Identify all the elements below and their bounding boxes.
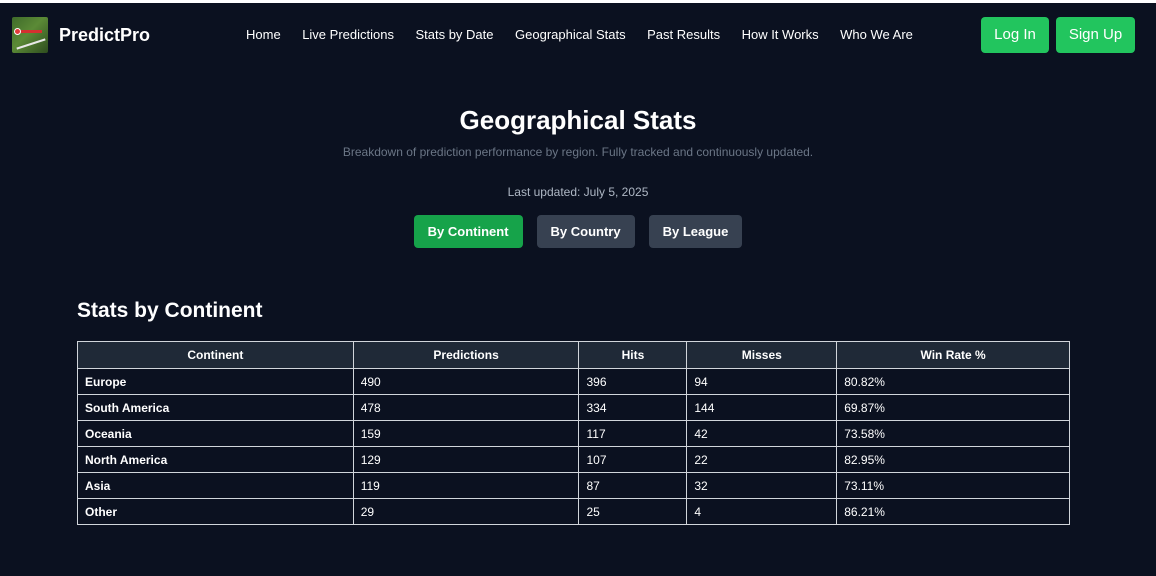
cell-predictions: 159: [352, 420, 580, 447]
brand[interactable]: PredictPro: [12, 17, 150, 53]
nav-geographical-stats[interactable]: Geographical Stats: [515, 27, 626, 42]
login-button[interactable]: Log In: [981, 17, 1049, 53]
cell-misses: 22: [686, 446, 838, 473]
cell-hits: 107: [578, 446, 688, 473]
cell-predictions: 490: [352, 368, 580, 395]
signup-button[interactable]: Sign Up: [1056, 17, 1135, 53]
section-title: Stats by Continent: [77, 299, 263, 322]
cell-hits: 87: [578, 472, 688, 499]
tab-by-country[interactable]: By Country: [536, 215, 635, 248]
table-row: Other 29 25 4 86.21%: [77, 498, 1070, 525]
cell-misses: 94: [686, 368, 838, 395]
nav-live-predictions[interactable]: Live Predictions: [302, 27, 394, 42]
view-tabs: By Continent By Country By League: [0, 215, 1156, 248]
cell-hits: 25: [578, 498, 688, 525]
table-row: Asia 119 87 32 73.11%: [77, 472, 1070, 499]
cell-misses: 4: [686, 498, 838, 525]
cell-misses: 144: [686, 394, 838, 421]
cell-win-rate: 73.58%: [836, 420, 1070, 447]
page-title: Geographical Stats: [459, 105, 697, 135]
table-row: North America 129 107 22 82.95%: [77, 446, 1070, 473]
cell-win-rate: 69.87%: [836, 394, 1070, 421]
column-header-continent[interactable]: Continent: [77, 341, 354, 369]
table-row: South America 478 334 144 69.87%: [77, 394, 1070, 421]
brand-name: PredictPro: [59, 24, 151, 45]
stats-table: Continent Predictions Hits Misses Win Ra…: [77, 341, 1070, 525]
nav-past-results[interactable]: Past Results: [647, 27, 720, 42]
cell-continent: Europe: [77, 368, 354, 395]
cell-predictions: 129: [352, 446, 580, 473]
nav-who-we-are[interactable]: Who We Are: [840, 27, 913, 42]
cell-predictions: 29: [352, 498, 580, 525]
cell-hits: 117: [578, 420, 688, 447]
cell-continent: Asia: [77, 472, 354, 499]
nav-how-it-works[interactable]: How It Works: [742, 27, 819, 42]
tab-by-continent[interactable]: By Continent: [413, 215, 523, 248]
column-header-predictions[interactable]: Predictions: [352, 341, 580, 369]
tab-by-league[interactable]: By League: [648, 215, 743, 248]
page-subtitle: Breakdown of prediction performance by r…: [342, 145, 814, 159]
nav-stats-by-date[interactable]: Stats by Date: [415, 27, 493, 42]
cell-continent: Other: [77, 498, 354, 525]
table-row: Europe 490 396 94 80.82%: [77, 368, 1070, 395]
main-nav: Home Live Predictions Stats by Date Geog…: [246, 27, 934, 42]
cell-hits: 334: [578, 394, 688, 421]
column-header-misses[interactable]: Misses: [686, 341, 838, 369]
cell-misses: 42: [686, 420, 838, 447]
cell-continent: South America: [77, 394, 354, 421]
cell-hits: 396: [578, 368, 688, 395]
column-header-hits[interactable]: Hits: [578, 341, 688, 369]
cell-continent: Oceania: [77, 420, 354, 447]
cell-win-rate: 73.11%: [836, 472, 1070, 499]
cell-misses: 32: [686, 472, 838, 499]
cell-win-rate: 86.21%: [836, 498, 1070, 525]
nav-home[interactable]: Home: [246, 27, 281, 42]
cell-predictions: 478: [352, 394, 580, 421]
table-header-row: Continent Predictions Hits Misses Win Ra…: [77, 341, 1070, 369]
last-updated: Last updated: July 5, 2025: [507, 185, 649, 199]
cell-predictions: 119: [352, 472, 580, 499]
site-header: PredictPro Home Live Predictions Stats b…: [0, 3, 1156, 69]
table-row: Oceania 159 117 42 73.58%: [77, 420, 1070, 447]
cell-continent: North America: [77, 446, 354, 473]
logo-image: [12, 17, 48, 53]
cell-win-rate: 80.82%: [836, 368, 1070, 395]
column-header-win-rate[interactable]: Win Rate %: [836, 341, 1070, 369]
cell-win-rate: 82.95%: [836, 446, 1070, 473]
